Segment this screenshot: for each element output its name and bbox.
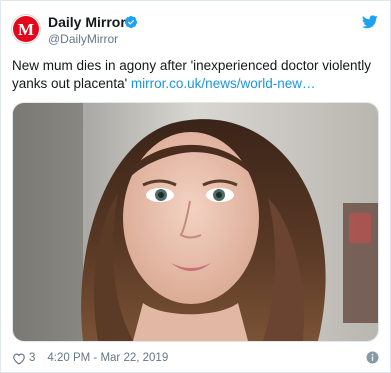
info-circle-icon[interactable]	[366, 351, 379, 364]
tweet-card: M Daily Mirror @DailyMirror New mum dies…	[0, 0, 391, 373]
author-avatar[interactable]: M	[11, 14, 41, 44]
tweet-footer: 3 4:20 PM - Mar 22, 2019	[12, 350, 168, 366]
verified-badge-icon	[124, 15, 138, 29]
author-handle[interactable]: @DailyMirror	[48, 32, 118, 46]
author-name[interactable]: Daily Mirror	[48, 14, 126, 30]
like-count[interactable]: 3	[29, 350, 35, 366]
tweet-photo[interactable]	[12, 102, 379, 342]
twitter-bird-icon[interactable]	[362, 15, 378, 29]
daily-mirror-logo-icon: M	[13, 16, 39, 42]
tweet-timestamp[interactable]: 4:20 PM - Mar 22, 2019	[47, 350, 168, 366]
heart-outline-icon[interactable]	[12, 352, 26, 365]
svg-text:M: M	[18, 20, 34, 39]
photo-illustration	[13, 103, 378, 341]
tweet-text: New mum dies in agony after 'inexperienc…	[12, 57, 380, 93]
tweet-link[interactable]: mirror.co.uk/news/world-new…	[131, 76, 316, 91]
